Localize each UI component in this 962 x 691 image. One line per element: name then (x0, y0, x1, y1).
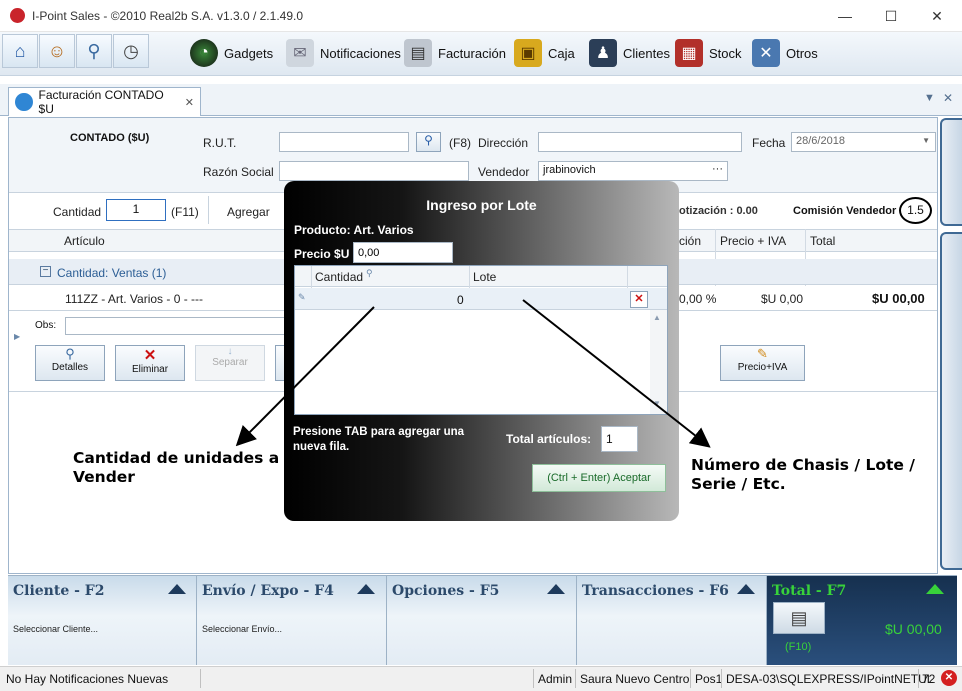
arrow-right (522, 299, 711, 448)
arrow-left (235, 306, 375, 447)
annotation-arrows (235, 299, 711, 448)
